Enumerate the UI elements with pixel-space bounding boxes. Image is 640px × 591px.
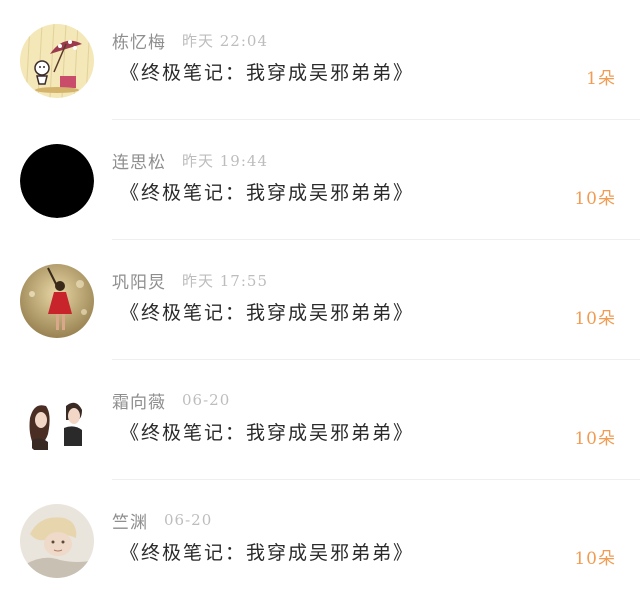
list-item[interactable]: 巩阳炅 昨天 17:55 《终极笔记：我穿成吴邪弟弟》 10朵 (0, 240, 640, 360)
gift-book-title[interactable]: 《终极笔记：我穿成吴邪弟弟》 (120, 538, 414, 565)
list-item[interactable]: 霜向薇 06-20 《终极笔记：我穿成吴邪弟弟》 10朵 (0, 360, 640, 480)
list-item[interactable]: 栋忆梅 昨天 22:04 《终极笔记：我穿成吴邪弟弟》 1朵 (0, 0, 640, 120)
list-item[interactable]: 连思松 昨天 19:44 《终极笔记：我穿成吴邪弟弟》 10朵 (0, 120, 640, 240)
black-circle-avatar-icon[interactable] (20, 144, 94, 218)
gift-book-title[interactable]: 《终极笔记：我穿成吴邪弟弟》 (120, 418, 414, 445)
flower-count: 10朵 (574, 189, 616, 209)
send-time: 昨天 17:55 (182, 271, 268, 290)
sender-meta: 竺渊 06-20 (112, 508, 213, 533)
gift-book-title[interactable]: 《终极笔记：我穿成吴邪弟弟》 (120, 178, 414, 205)
sender-name[interactable]: 霜向薇 (112, 388, 166, 413)
sender-meta: 巩阳炅 昨天 17:55 (112, 268, 268, 293)
sender-name[interactable]: 栋忆梅 (112, 28, 166, 53)
girl-umbrella-cartoon-avatar-icon[interactable] (20, 24, 94, 98)
send-time: 06-20 (182, 391, 231, 409)
gift-book-title[interactable]: 《终极笔记：我穿成吴邪弟弟》 (120, 298, 414, 325)
sender-name[interactable]: 连思松 (112, 148, 166, 173)
sender-name[interactable]: 竺渊 (112, 508, 148, 533)
list-item[interactable]: 竺渊 06-20 《终极笔记：我穿成吴邪弟弟》 10朵 (0, 480, 640, 591)
send-time: 昨天 22:04 (182, 31, 268, 50)
red-dress-girl-avatar-icon[interactable] (20, 264, 94, 338)
gift-book-title[interactable]: 《终极笔记：我穿成吴邪弟弟》 (120, 58, 414, 85)
couple-illustration-avatar-icon[interactable] (20, 384, 94, 458)
flower-count: 1朵 (586, 69, 616, 89)
sender-meta: 霜向薇 06-20 (112, 388, 231, 413)
sender-name[interactable]: 巩阳炅 (112, 268, 166, 293)
gift-record-list: 栋忆梅 昨天 22:04 《终极笔记：我穿成吴邪弟弟》 1朵 连思松 昨天 19… (0, 0, 640, 591)
sender-meta: 栋忆梅 昨天 22:04 (112, 28, 268, 53)
send-time: 06-20 (164, 511, 213, 529)
blond-person-photo-avatar-icon[interactable] (20, 504, 94, 578)
send-time: 昨天 19:44 (182, 151, 268, 170)
sender-meta: 连思松 昨天 19:44 (112, 148, 268, 173)
flower-count: 10朵 (574, 549, 616, 569)
flower-count: 10朵 (574, 429, 616, 449)
flower-count: 10朵 (574, 309, 616, 329)
